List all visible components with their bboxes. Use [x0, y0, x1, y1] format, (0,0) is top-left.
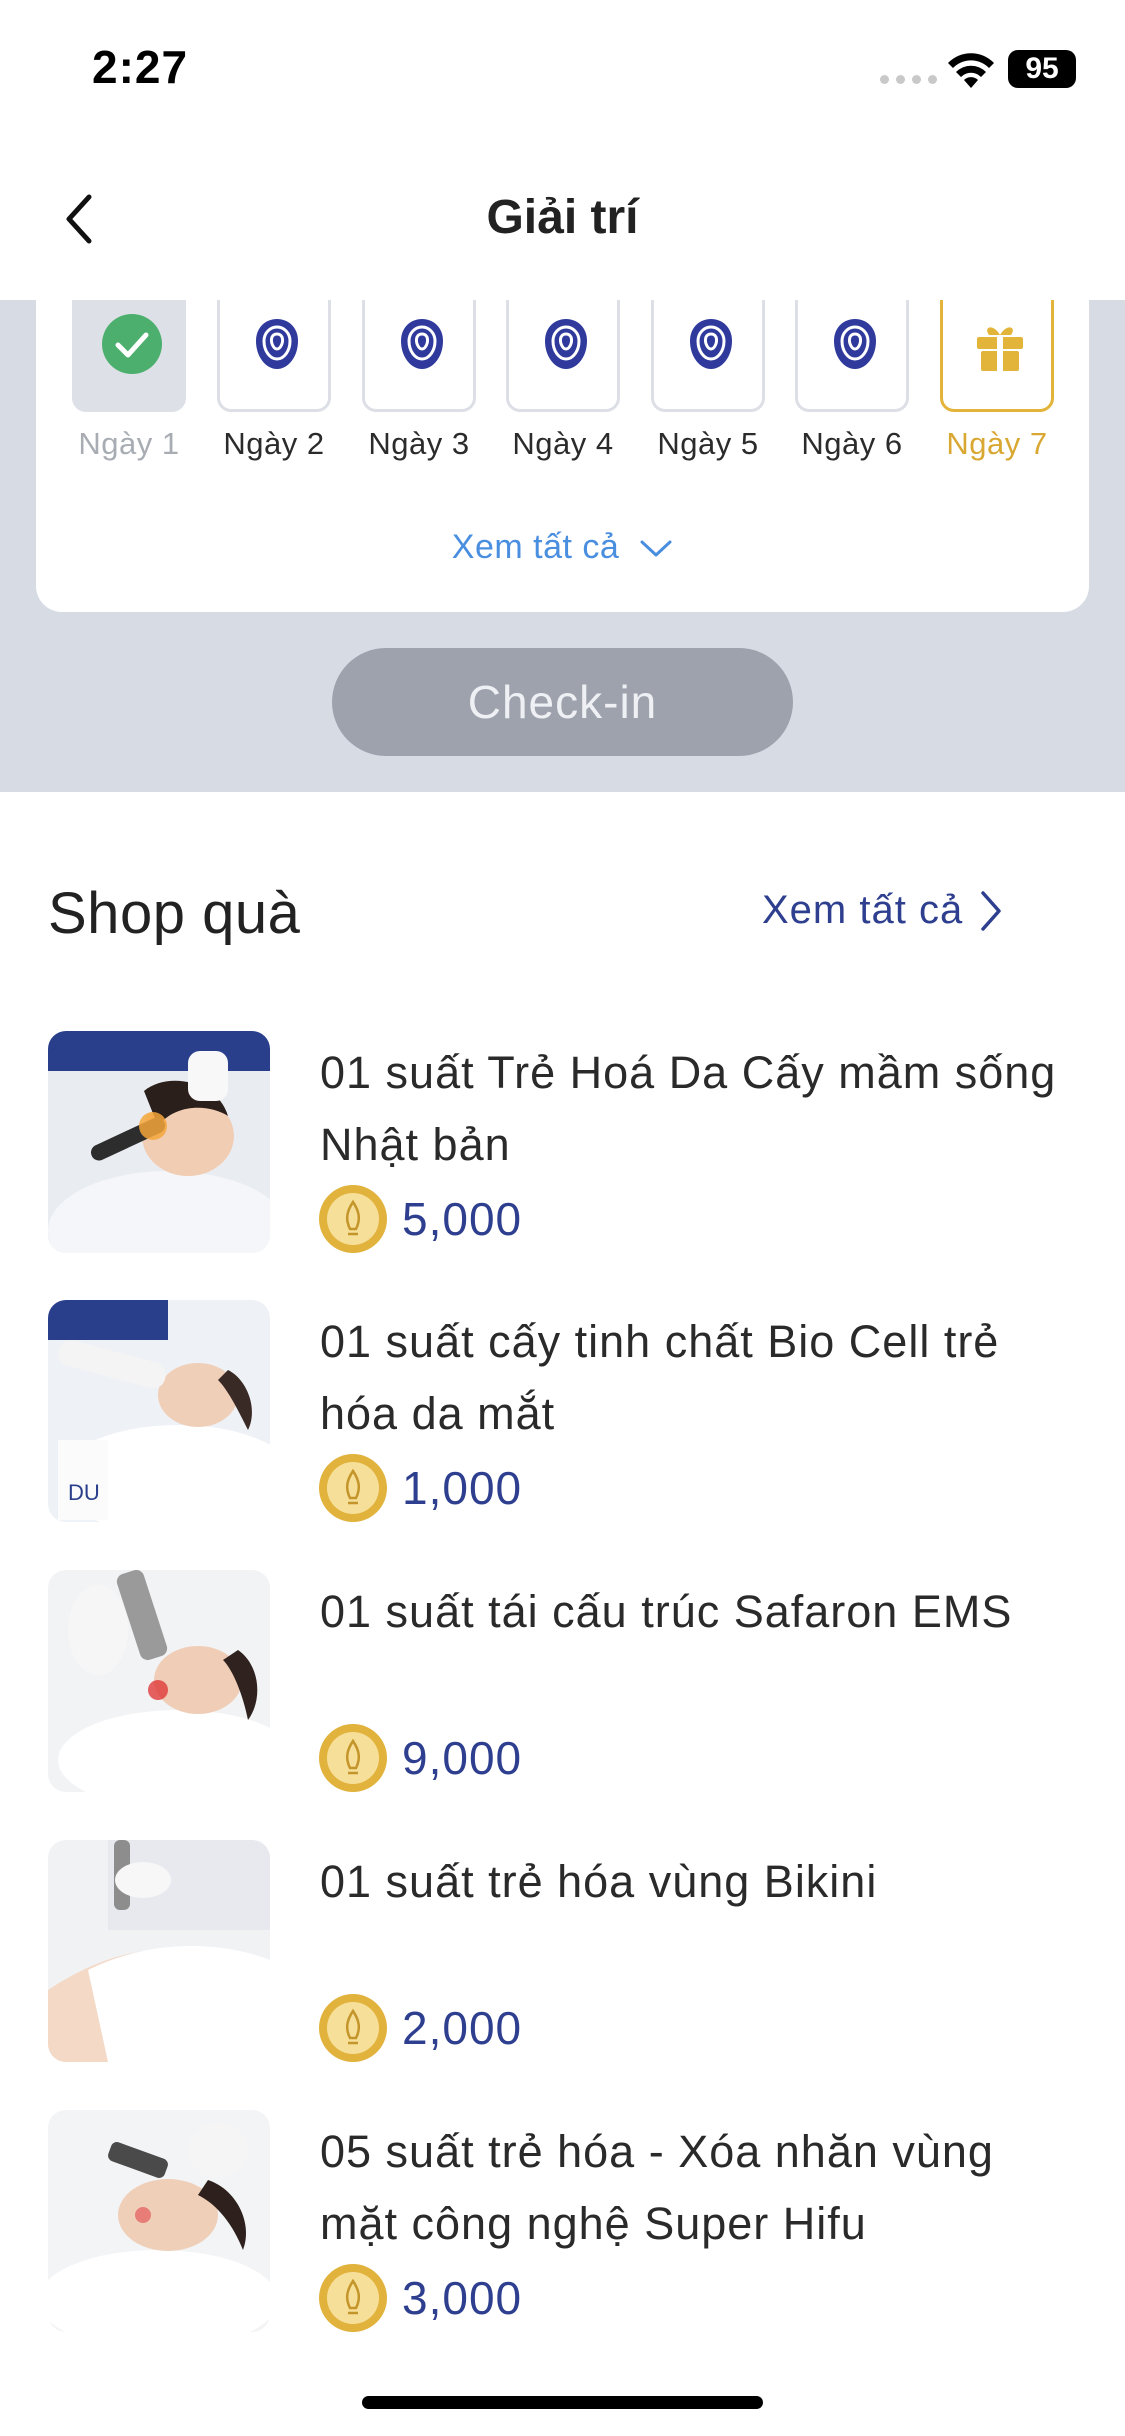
day-label: Ngày 7: [946, 426, 1048, 461]
day-points: 5: [654, 300, 768, 304]
rose-icon: [545, 319, 587, 369]
product-name: 05 suất trẻ hóa - Xóa nhăn vùng mặt công…: [320, 2126, 994, 2249]
product-price: 5,000: [402, 1193, 523, 1245]
product-thumbnail: [48, 1031, 270, 1253]
product-price: 3,000: [402, 2272, 523, 2324]
rose-icon: [256, 319, 298, 369]
rose-icon: [834, 319, 876, 369]
product-item[interactable]: DU 01 suất cấy tinh chất Bio Cell trẻ hó…: [48, 1300, 1088, 1524]
checkin-card: 10 Ngày 1 5 Ngày 2 5: [36, 300, 1089, 612]
gift-icon: [977, 327, 1023, 371]
day-box: 5: [795, 300, 909, 412]
day-box: 5: [651, 300, 765, 412]
coin-icon: [319, 1994, 387, 2062]
chevron-down-icon: [640, 540, 672, 557]
day-points: 5: [220, 300, 334, 304]
day-label: Ngày 1: [78, 426, 180, 461]
day-points: 5: [509, 300, 623, 304]
coin-icon: [319, 1185, 387, 1253]
day-box: 5: [506, 300, 620, 412]
coin-icon: [319, 1724, 387, 1792]
product-name: 01 suất Trẻ Hoá Da Cấy mầm sống Nhật bản: [320, 1047, 1057, 1170]
battery-icon: 95: [1008, 50, 1076, 88]
chevron-right-icon: [981, 890, 1001, 931]
rose-icon: [401, 319, 443, 369]
day-points: 5: [365, 300, 479, 304]
product-thumbnail: [48, 1570, 270, 1792]
day-points: 10: [75, 300, 189, 304]
day-label: Ngày 2: [223, 426, 325, 461]
day-label: Ngày 3: [368, 426, 470, 461]
check-icon: [102, 314, 162, 374]
day-box: 10: [72, 300, 186, 412]
product-item[interactable]: 01 suất Trẻ Hoá Da Cấy mầm sống Nhật bản…: [48, 1031, 1088, 1255]
nav-header: Giải trí: [0, 140, 1125, 300]
product-name: 01 suất tái cấu trúc Safaron EMS: [320, 1586, 1013, 1637]
price-row: 9,000: [318, 1722, 522, 1794]
product-price: 2,000: [402, 2002, 523, 2054]
checkin-section: 10 Ngày 1 5 Ngày 2 5: [0, 300, 1125, 792]
day-label: Ngày 6: [801, 426, 903, 461]
day-points: 20: [943, 300, 1057, 304]
product-item[interactable]: 01 suất trẻ hóa vùng Bikini 2,000: [48, 1840, 1088, 2064]
product-price: 1,000: [402, 1462, 523, 1514]
day-label: Ngày 5: [657, 426, 759, 461]
shop-section-title: Shop quà: [48, 881, 301, 946]
product-name: 01 suất cấy tinh chất Bio Cell trẻ hóa d…: [320, 1316, 1000, 1439]
product-price: 9,000: [402, 1732, 523, 1784]
day-box: 20: [940, 300, 1054, 412]
day-box: 5: [217, 300, 331, 412]
product-item[interactable]: 01 suất tái cấu trúc Safaron EMS 9,000: [48, 1570, 1088, 1794]
day-label: Ngày 4: [512, 426, 614, 461]
price-row: 5,000: [318, 1183, 522, 1255]
rose-icon: [690, 319, 732, 369]
cellular-signal-icon: [880, 75, 937, 84]
shop-see-all-link[interactable]: Xem tất cả: [762, 888, 1003, 933]
product-thumbnail: [48, 1840, 270, 2062]
status-time: 2:27: [92, 41, 189, 93]
svg-text:DU: DU: [68, 1480, 100, 1505]
product-item[interactable]: 05 suất trẻ hóa - Xóa nhăn vùng mặt công…: [48, 2110, 1088, 2334]
product-thumbnail: DU: [48, 1300, 270, 1522]
shop-see-all-label: Xem tất cả: [762, 888, 964, 932]
product-thumbnail: [48, 2110, 270, 2332]
see-all-days-link[interactable]: Xem tất cả: [36, 528, 1089, 567]
price-row: 3,000: [318, 2262, 522, 2334]
home-indicator[interactable]: [362, 2396, 763, 2409]
checkin-button[interactable]: Check-in: [332, 648, 793, 756]
coin-icon: [319, 2264, 387, 2332]
page-title: Giải trí: [486, 191, 639, 244]
status-bar: 2:27 95: [0, 0, 1125, 140]
see-all-label: Xem tất cả: [451, 528, 620, 566]
day-points: 5: [798, 300, 912, 304]
day-box: 5: [362, 300, 476, 412]
coin-icon: [319, 1454, 387, 1522]
price-row: 2,000: [318, 1992, 522, 2064]
wifi-icon: [948, 53, 994, 88]
price-row: 1,000: [318, 1452, 522, 1524]
product-name: 01 suất trẻ hóa vùng Bikini: [320, 1856, 878, 1907]
